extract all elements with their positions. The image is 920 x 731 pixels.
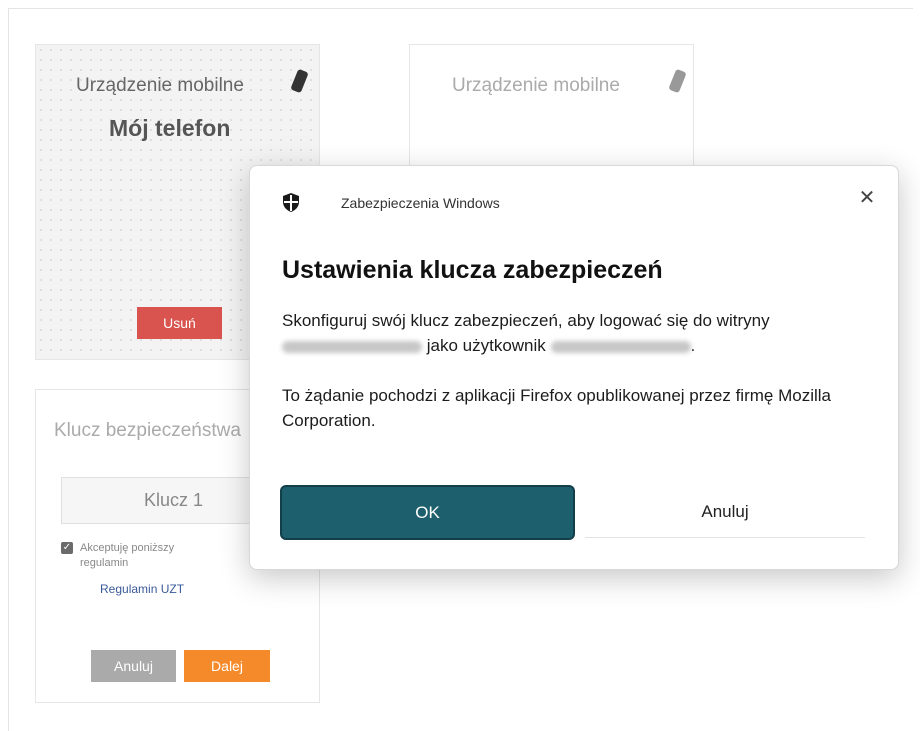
device-name: Mój telefon [109, 115, 231, 141]
mobile-phone-icon [290, 68, 309, 94]
windows-security-dialog: Zabezpieczenia Windows ✕ Ustawienia kluc… [249, 165, 899, 570]
checkbox-checked-icon[interactable]: ✓ [61, 542, 73, 554]
mobile-card-second-title: Urządzenie mobilne [452, 75, 620, 96]
remove-device-button[interactable]: Usuń [137, 307, 222, 339]
accept-terms-label: Akceptuję poniższy regulamin [80, 542, 175, 569]
dialog-heading: Ustawienia klucza zabezpieczeń [282, 256, 663, 284]
security-key-card-title: Klucz bezpieczeństwa [54, 420, 241, 441]
dialog-body-origin: To żądanie pochodzi z aplikacji Firefox … [282, 386, 831, 430]
dialog-body-line2-end: . [690, 336, 696, 355]
redacted-user [550, 340, 691, 353]
dialog-body-line1: Skonfiguruj swój klucz zabezpieczeń, aby… [282, 311, 770, 330]
shield-icon [283, 193, 299, 217]
page-frame-top [8, 8, 913, 9]
page-frame-left [8, 8, 9, 731]
dialog-body-line2: jako użytkownik [426, 336, 546, 355]
next-button[interactable]: Dalej [184, 650, 270, 682]
cancel-button[interactable]: Anuluj [585, 487, 865, 538]
terms-link[interactable]: Regulamin UZT [100, 582, 184, 596]
cancel-small-button[interactable]: Anuluj [91, 650, 176, 682]
mobile-card-title: Urządzenie mobilne [76, 75, 244, 96]
dialog-app-name: Zabezpieczenia Windows [341, 195, 500, 211]
close-icon[interactable]: ✕ [852, 182, 882, 212]
ok-button[interactable]: OK [282, 487, 573, 538]
dialog-body: Skonfiguruj swój klucz zabezpieczeń, aby… [282, 308, 872, 458]
redacted-site [282, 340, 422, 353]
mobile-phone-icon [668, 68, 687, 94]
